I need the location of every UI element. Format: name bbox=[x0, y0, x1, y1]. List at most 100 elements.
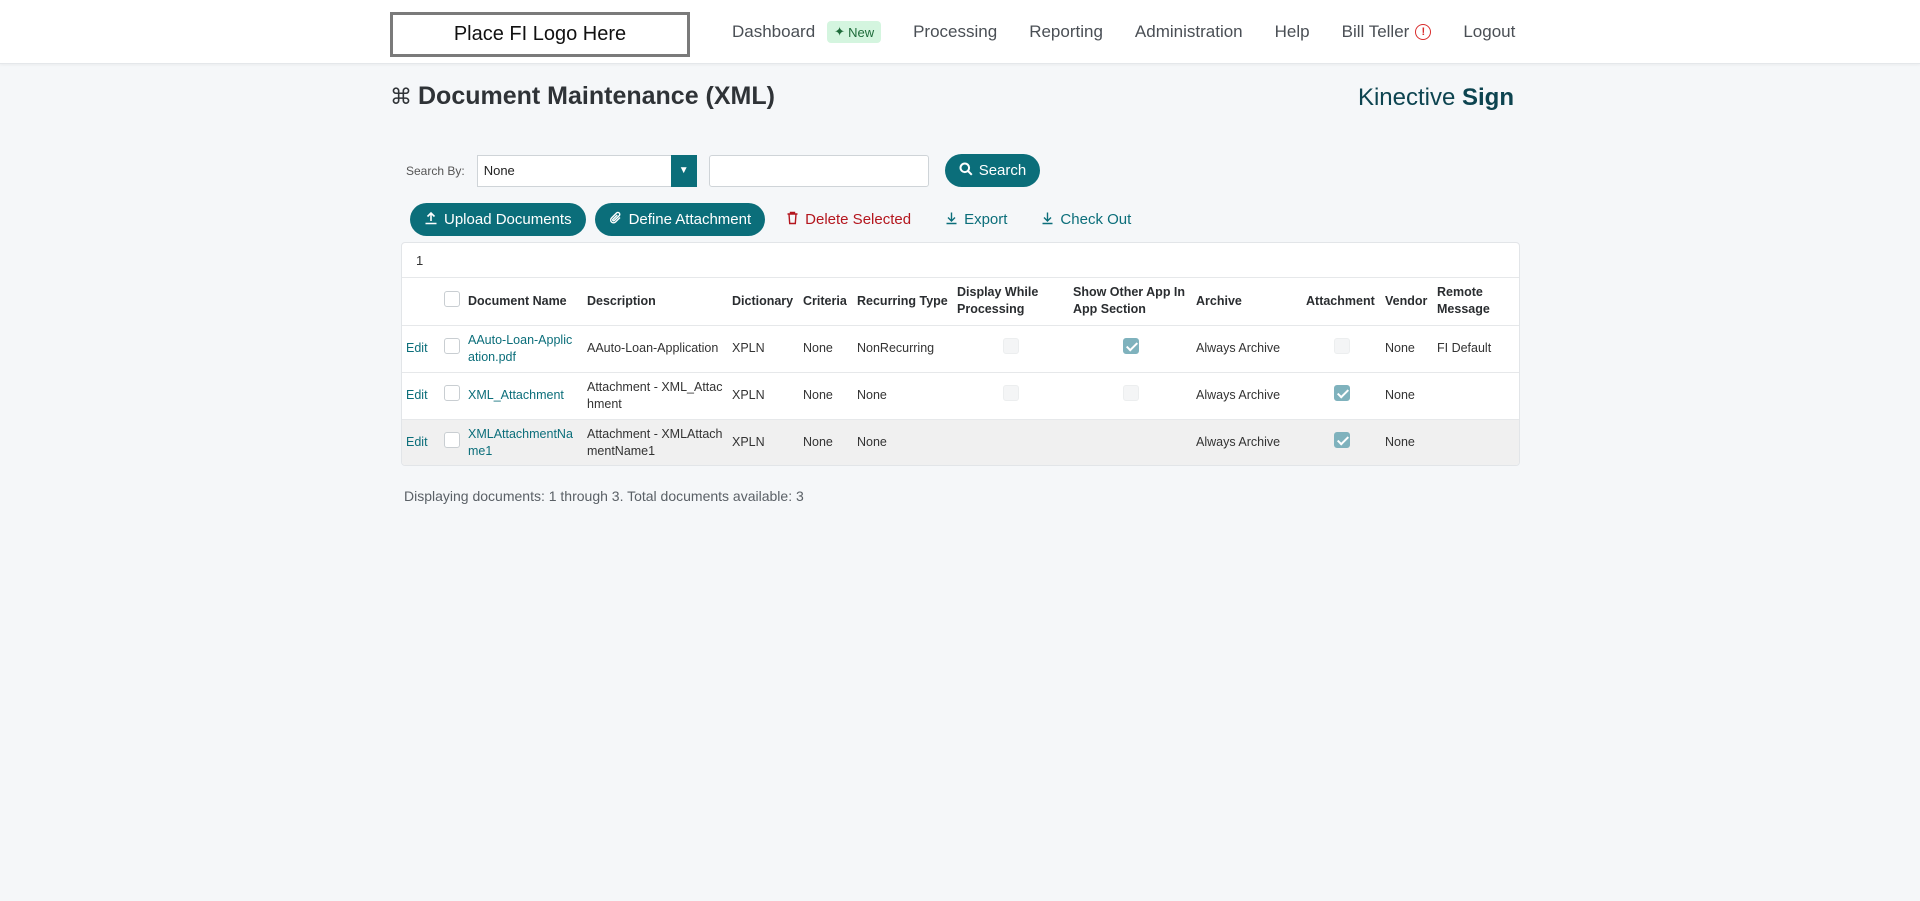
chevron-down-icon[interactable]: ▼ bbox=[670, 154, 697, 187]
page-number[interactable]: 1 bbox=[416, 253, 423, 268]
edit-link[interactable]: Edit bbox=[402, 325, 440, 373]
edit-link[interactable]: Edit bbox=[402, 372, 440, 420]
column-header-criteria[interactable]: Criteria bbox=[799, 278, 853, 326]
search-button[interactable]: Search bbox=[944, 154, 1041, 187]
column-header-remote-message[interactable]: Remote Message bbox=[1433, 278, 1519, 326]
criteria-cell: None bbox=[799, 419, 853, 465]
column-header-vendor[interactable]: Vendor bbox=[1381, 278, 1433, 326]
nav-processing[interactable]: Processing bbox=[913, 22, 997, 42]
fi-logo-placeholder[interactable]: Place FI Logo Here bbox=[390, 12, 690, 57]
show-other-app-cell bbox=[1069, 419, 1192, 465]
document-name-link[interactable]: AAuto-Loan-Application.pdf bbox=[464, 325, 583, 373]
upload-icon bbox=[424, 211, 438, 229]
new-badge: ✦ New bbox=[827, 21, 882, 43]
column-header-display-while-processing[interactable]: Display While Processing bbox=[953, 278, 1069, 326]
brand-bold-text: Sign bbox=[1462, 84, 1514, 111]
column-header-dictionary[interactable]: Dictionary bbox=[728, 278, 799, 326]
nav-user-label: Bill Teller bbox=[1341, 22, 1410, 41]
nav-help[interactable]: Help bbox=[1275, 22, 1310, 42]
nav-logout[interactable]: Logout bbox=[1463, 22, 1515, 42]
criteria-cell: None bbox=[799, 325, 853, 373]
nav-reporting-label: Reporting bbox=[1029, 22, 1103, 41]
table-row: Edit AAuto-Loan-Application.pdf AAuto-Lo… bbox=[402, 325, 1519, 373]
new-badge-label: New bbox=[848, 24, 875, 40]
attachment-checkbox bbox=[1333, 432, 1350, 448]
sparkle-icon: ✦ bbox=[834, 24, 846, 39]
column-header-description[interactable]: Description bbox=[583, 278, 728, 326]
description-cell: AAuto-Loan-Application bbox=[583, 325, 728, 373]
dictionary-cell: XPLN bbox=[728, 372, 799, 420]
upload-documents-button[interactable]: Upload Documents bbox=[410, 203, 586, 236]
search-by-label: Search By: bbox=[406, 163, 465, 178]
vendor-cell: None bbox=[1381, 372, 1433, 420]
alert-icon: ! bbox=[1415, 24, 1432, 40]
nav-administration[interactable]: Administration bbox=[1135, 22, 1243, 42]
column-header-document-name[interactable]: Document Name bbox=[464, 278, 583, 326]
row-select-checkbox[interactable] bbox=[444, 432, 460, 448]
main-nav: Dashboard ✦ New Processing Reporting Adm… bbox=[732, 0, 1547, 64]
recurring-type-cell: None bbox=[853, 419, 953, 465]
nav-logout-label: Logout bbox=[1463, 22, 1516, 41]
define-attachment-button[interactable]: Define Attachment bbox=[594, 203, 766, 236]
recurring-type-cell: NonRecurring bbox=[853, 325, 953, 373]
dictionary-cell: XPLN bbox=[728, 419, 799, 465]
download-icon bbox=[1041, 211, 1054, 229]
nav-reporting[interactable]: Reporting bbox=[1029, 22, 1103, 42]
documents-table: Document Name Description Dictionary Cri… bbox=[402, 278, 1519, 465]
column-header-show-other-app[interactable]: Show Other App In App Section bbox=[1069, 278, 1192, 326]
attachment-checkbox bbox=[1333, 338, 1350, 354]
results-summary: Displaying documents: 1 through 3. Total… bbox=[404, 488, 804, 504]
criteria-cell: None bbox=[799, 372, 853, 420]
page-title: ⌘ Document Maintenance (XML) bbox=[390, 82, 775, 111]
download-icon bbox=[945, 211, 958, 229]
recurring-type-cell: None bbox=[853, 372, 953, 420]
remote-message-cell bbox=[1433, 419, 1519, 465]
upload-documents-label: Upload Documents bbox=[444, 211, 572, 228]
command-icon: ⌘ bbox=[390, 83, 412, 109]
row-select-checkbox[interactable] bbox=[444, 338, 460, 354]
check-out-button[interactable]: Check Out bbox=[1041, 211, 1131, 229]
column-header-archive[interactable]: Archive bbox=[1192, 278, 1302, 326]
export-label: Export bbox=[964, 211, 1008, 228]
vendor-cell: None bbox=[1381, 325, 1433, 373]
nav-user-menu[interactable]: Bill Teller ! bbox=[1342, 22, 1432, 42]
display-while-processing-cell bbox=[953, 419, 1069, 465]
table-header-row: Document Name Description Dictionary Cri… bbox=[402, 278, 1519, 326]
edit-link[interactable]: Edit bbox=[402, 419, 440, 465]
document-name-link[interactable]: XML_Attachment bbox=[464, 372, 583, 420]
display-while-processing-checkbox bbox=[1003, 385, 1019, 401]
nav-processing-label: Processing bbox=[913, 22, 998, 41]
trash-icon bbox=[786, 211, 799, 229]
archive-cell: Always Archive bbox=[1192, 325, 1302, 373]
action-toolbar: Upload Documents Define Attachment Delet… bbox=[410, 203, 1153, 236]
check-out-label: Check Out bbox=[1060, 211, 1132, 228]
brand-light-text: Kinective bbox=[1357, 84, 1456, 111]
page-title-text: Document Maintenance (XML) bbox=[418, 82, 775, 110]
archive-cell: Always Archive bbox=[1192, 419, 1302, 465]
export-button[interactable]: Export bbox=[945, 211, 1007, 229]
select-all-checkbox[interactable] bbox=[444, 290, 460, 307]
attachment-checkbox bbox=[1333, 385, 1350, 401]
paperclip-icon bbox=[609, 211, 623, 229]
show-other-app-checkbox bbox=[1122, 385, 1139, 401]
document-name-link[interactable]: XMLAttachmentName1 bbox=[464, 419, 583, 465]
header-edit-cell bbox=[402, 278, 440, 326]
nav-help-label: Help bbox=[1274, 22, 1310, 41]
nav-administration-label: Administration bbox=[1134, 22, 1243, 41]
delete-selected-label: Delete Selected bbox=[805, 211, 912, 228]
search-button-label: Search bbox=[978, 162, 1027, 179]
table-row: Edit XMLAttachmentName1 Attachment - XML… bbox=[402, 419, 1519, 465]
brand-logo: Kinective Sign bbox=[1358, 84, 1514, 112]
description-cell: Attachment - XML_Attachment bbox=[583, 372, 728, 420]
row-select-checkbox[interactable] bbox=[444, 385, 460, 401]
show-other-app-checkbox bbox=[1122, 338, 1139, 354]
description-cell: Attachment - XMLAttachmentName1 bbox=[583, 419, 728, 465]
nav-dashboard[interactable]: Dashboard ✦ New bbox=[732, 21, 882, 43]
table-row: Edit XML_Attachment Attachment - XML_Att… bbox=[402, 372, 1519, 420]
delete-selected-button[interactable]: Delete Selected bbox=[786, 211, 911, 229]
search-by-select[interactable]: None ▼ bbox=[476, 154, 697, 187]
search-input[interactable] bbox=[708, 154, 929, 187]
column-header-attachment[interactable]: Attachment bbox=[1302, 278, 1381, 326]
header-select-cell bbox=[440, 278, 464, 326]
column-header-recurring-type[interactable]: Recurring Type bbox=[853, 278, 953, 326]
